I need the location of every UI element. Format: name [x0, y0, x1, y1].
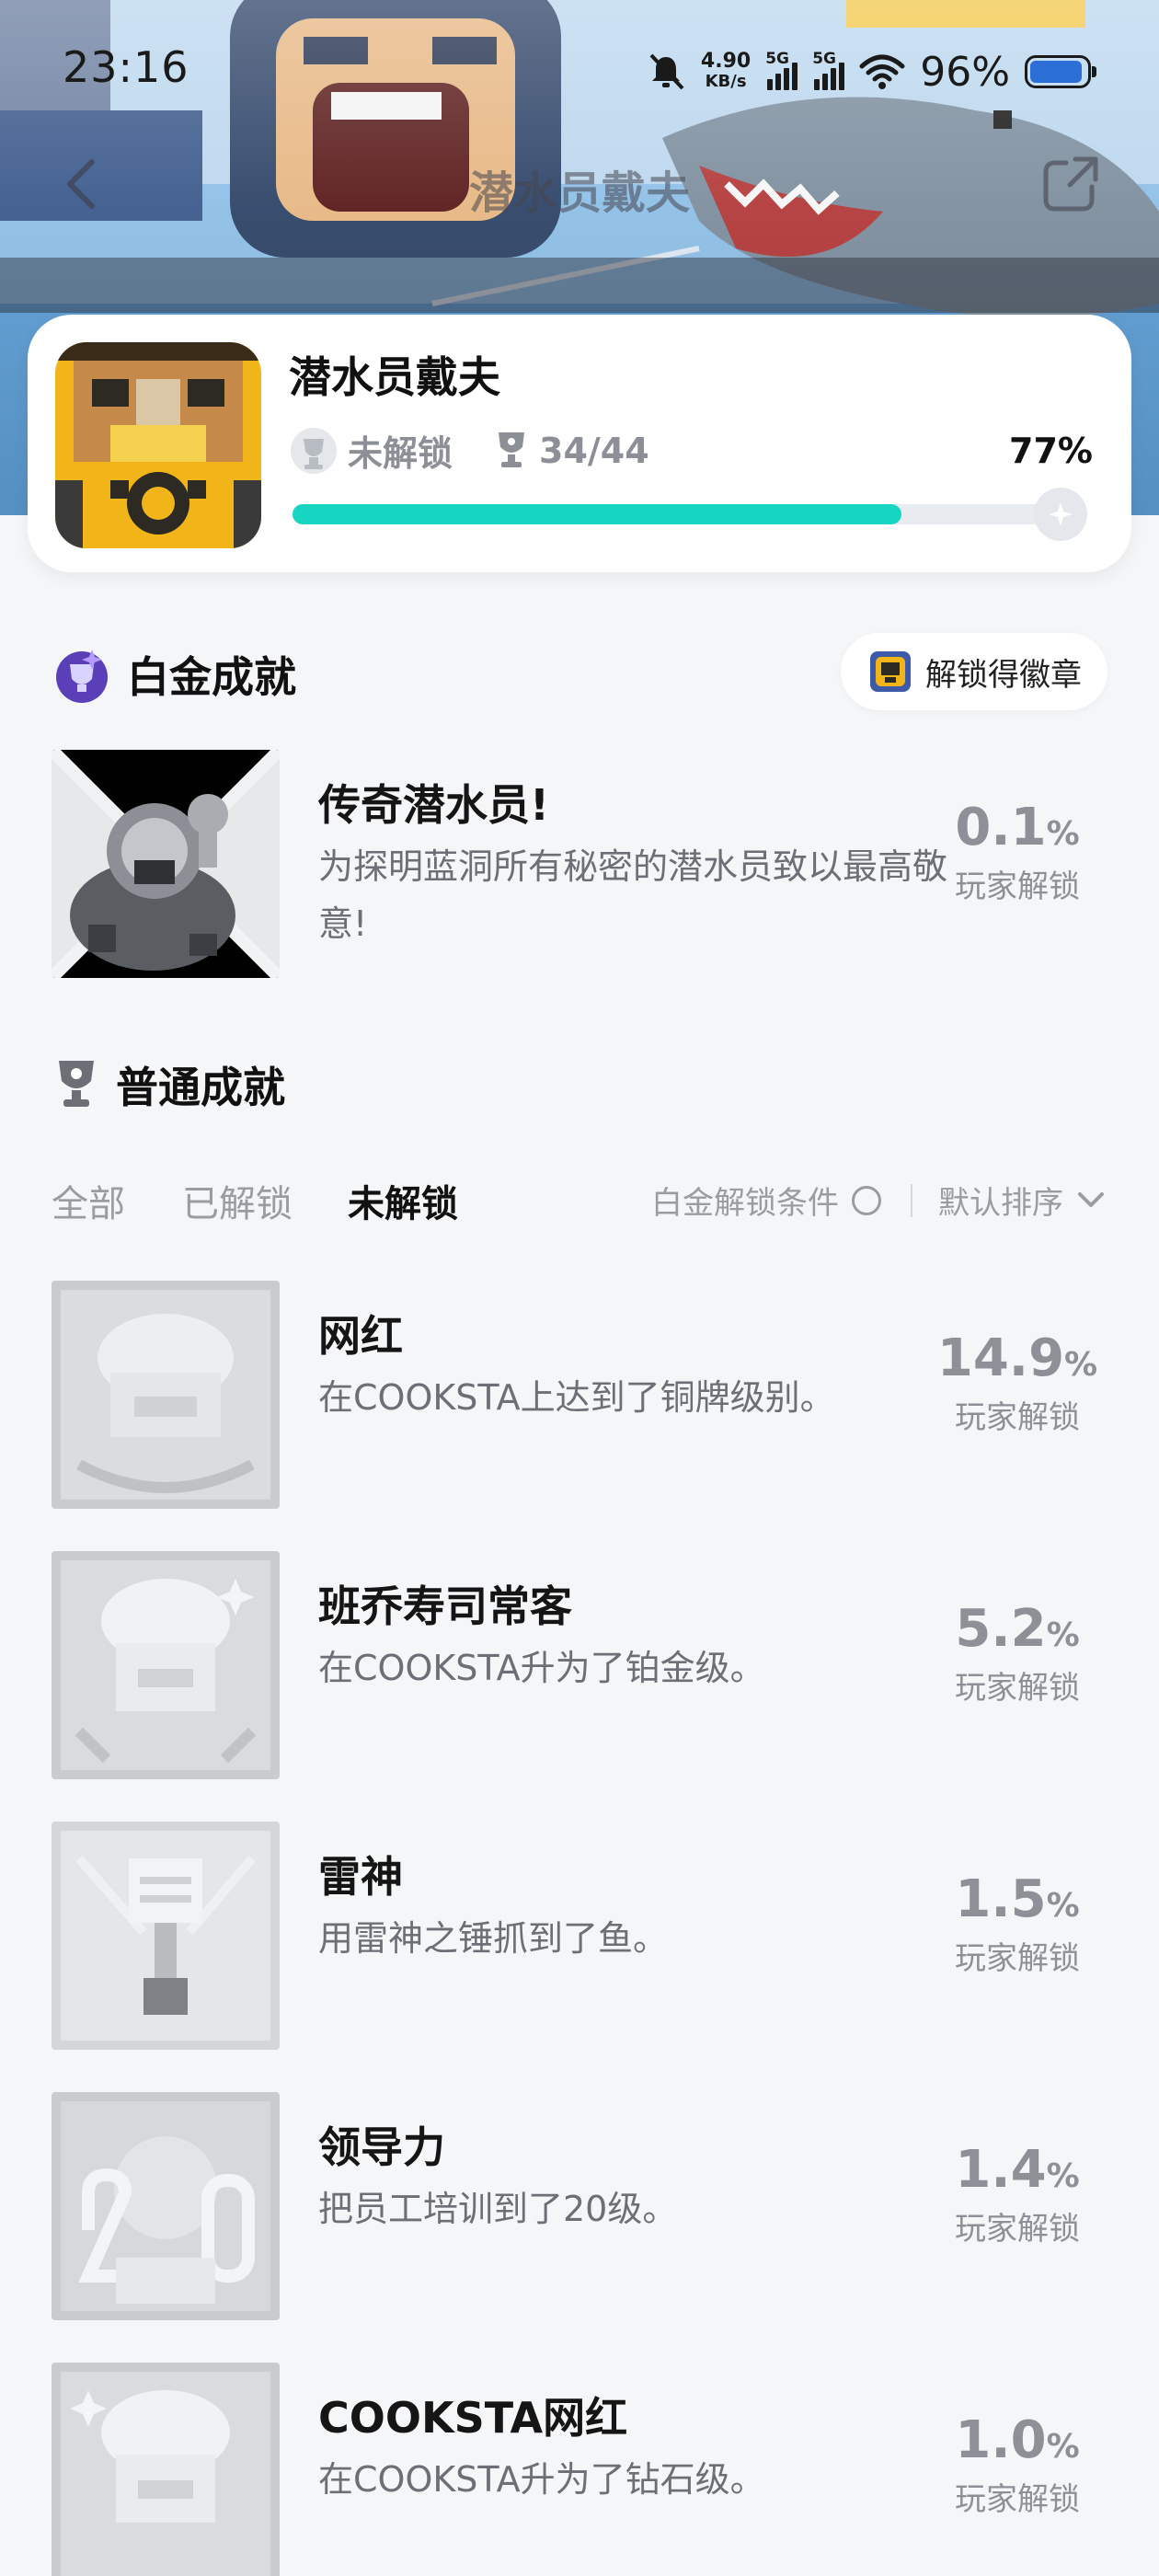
achievement-description: 在COOKSTA升为了钻石级。	[318, 2459, 765, 2500]
chevron-down-icon[interactable]	[1073, 1187, 1109, 1214]
achievement-description: 在COOKSTA升为了铂金级。	[318, 1648, 765, 1688]
signal-1-icon: 5G	[765, 50, 798, 90]
platinum-goal-marker	[1034, 488, 1087, 541]
achievement-name: 班乔寿司常客	[318, 1581, 572, 1631]
achievement-description: 用雷神之锤抓到了鱼。	[318, 1918, 669, 1959]
platinum-condition-radio[interactable]	[852, 1185, 881, 1215]
game-meta: 未解锁 34/44	[289, 425, 649, 476]
tab-all[interactable]: 全部	[52, 1174, 125, 1227]
tab-unlocked[interactable]: 已解锁	[182, 1174, 293, 1227]
achievement-unlock-rate: 14.9% 玩家解锁	[936, 1328, 1098, 1436]
status-time: 23:16	[63, 42, 189, 92]
game-name: 潜水员戴夫	[289, 352, 500, 402]
platinum-section-header: 白金成就	[52, 644, 296, 705]
achievement-unlock-rate: 1.4% 玩家解锁	[955, 2140, 1080, 2248]
achievement-thumbnail	[52, 2363, 280, 2576]
achievement-item[interactable]: 网红 在COOKSTA上达到了铜牌级别。 14.9% 玩家解锁	[52, 1281, 1109, 1509]
tab-locked[interactable]: 未解锁	[348, 1174, 458, 1227]
platinum-condition-toggle-label[interactable]: 白金解锁条件	[651, 1178, 839, 1223]
battery-percent: 96%	[920, 48, 1010, 96]
game-icon	[55, 342, 261, 548]
achievement-name: 领导力	[318, 2122, 445, 2172]
achievement-thumbnail	[52, 1551, 280, 1779]
achievement-description: 为探明蓝洞所有秘密的潜水员致以最高敬意!	[318, 846, 948, 944]
achievement-unlock-rate: 5.2% 玩家解锁	[955, 1599, 1080, 1707]
achievement-item[interactable]: COOKSTA网红 在COOKSTA升为了钻石级。 1.0% 玩家解锁	[52, 2363, 1109, 2576]
achievement-item[interactable]: 雷神 用雷神之锤抓到了鱼。 1.5% 玩家解锁	[52, 1822, 1109, 2050]
share-icon	[1043, 156, 1098, 212]
completion-progress-bar	[293, 488, 1087, 541]
achievement-name: 雷神	[318, 1852, 403, 1902]
progress-fill	[293, 504, 902, 524]
sparkle-icon	[1049, 502, 1073, 526]
achievement-thumbnail	[52, 2092, 280, 2320]
achievement-description: 把员工培训到了20级。	[318, 2189, 678, 2229]
status-icons: 4.90 KB/s 5G 5G 96%	[646, 46, 1096, 98]
trophy-count: 34/44	[539, 430, 649, 471]
trophy-icon	[59, 1061, 94, 1107]
mute-bell-icon	[649, 53, 684, 90]
battery-icon	[1025, 55, 1096, 88]
achievement-thumbnail	[52, 1281, 280, 1509]
game-summary-card: 潜水员戴夫 未解锁 34/44 77%	[28, 315, 1131, 572]
achievement-name: COOKSTA网红	[318, 2393, 628, 2443]
achievement-unlock-rate: 0.1% 玩家解锁	[955, 798, 1080, 905]
normal-section-header: 普通成就	[52, 1054, 285, 1115]
sort-dropdown[interactable]: 默认排序	[938, 1178, 1063, 1223]
net-speed: 4.90 KB/s	[700, 50, 752, 92]
wifi-icon	[859, 54, 905, 89]
achievement-item[interactable]: 领导力 把员工培训到了20级。 1.4% 玩家解锁	[52, 2092, 1109, 2320]
achievement-name: 传奇潜水员!	[318, 780, 549, 830]
platinum-achievement-item[interactable]: 传奇潜水员! 为探明蓝洞所有秘密的潜水员致以最高敬意! 0.1% 玩家解锁	[52, 750, 1109, 978]
achievement-unlock-rate: 1.5% 玩家解锁	[955, 1869, 1080, 1977]
achievement-thumbnail	[52, 1822, 280, 2050]
achievement-description: 在COOKSTA上达到了铜牌级别。	[318, 1377, 835, 1418]
signal-2-icon: 5G	[812, 50, 845, 90]
normal-section-title: 普通成就	[116, 1063, 285, 1112]
platinum-section-icon	[56, 650, 108, 703]
achievement-filters: 全部 已解锁 未解锁 白金解锁条件 默认排序	[52, 1168, 1109, 1233]
share-button[interactable]	[1038, 151, 1104, 217]
platinum-section-title: 白金成就	[127, 652, 296, 702]
completion-percent: 77%	[1009, 431, 1093, 471]
badge-icon	[870, 651, 911, 692]
platinum-trophy-icon	[291, 427, 337, 474]
achievement-thumbnail	[52, 750, 280, 978]
status-bar: 23:16 4.90 KB/s 5G 5G 96%	[0, 0, 1159, 138]
achievement-unlock-rate: 1.0% 玩家解锁	[955, 2410, 1080, 2518]
platinum-status: 未解锁	[348, 433, 453, 474]
trophy-icon	[499, 431, 525, 467]
nav-bar: 潜水员戴夫	[0, 138, 1159, 230]
unlock-badge-label: 解锁得徽章	[925, 656, 1082, 694]
page-title: 潜水员戴夫	[468, 167, 690, 219]
filter-options: 白金解锁条件 默认排序	[651, 1178, 1109, 1223]
achievement-name: 网红	[318, 1311, 403, 1361]
unlock-badge-button[interactable]: 解锁得徽章	[841, 633, 1107, 710]
achievement-item[interactable]: 班乔寿司常客 在COOKSTA升为了铂金级。 5.2% 玩家解锁	[52, 1551, 1109, 1779]
